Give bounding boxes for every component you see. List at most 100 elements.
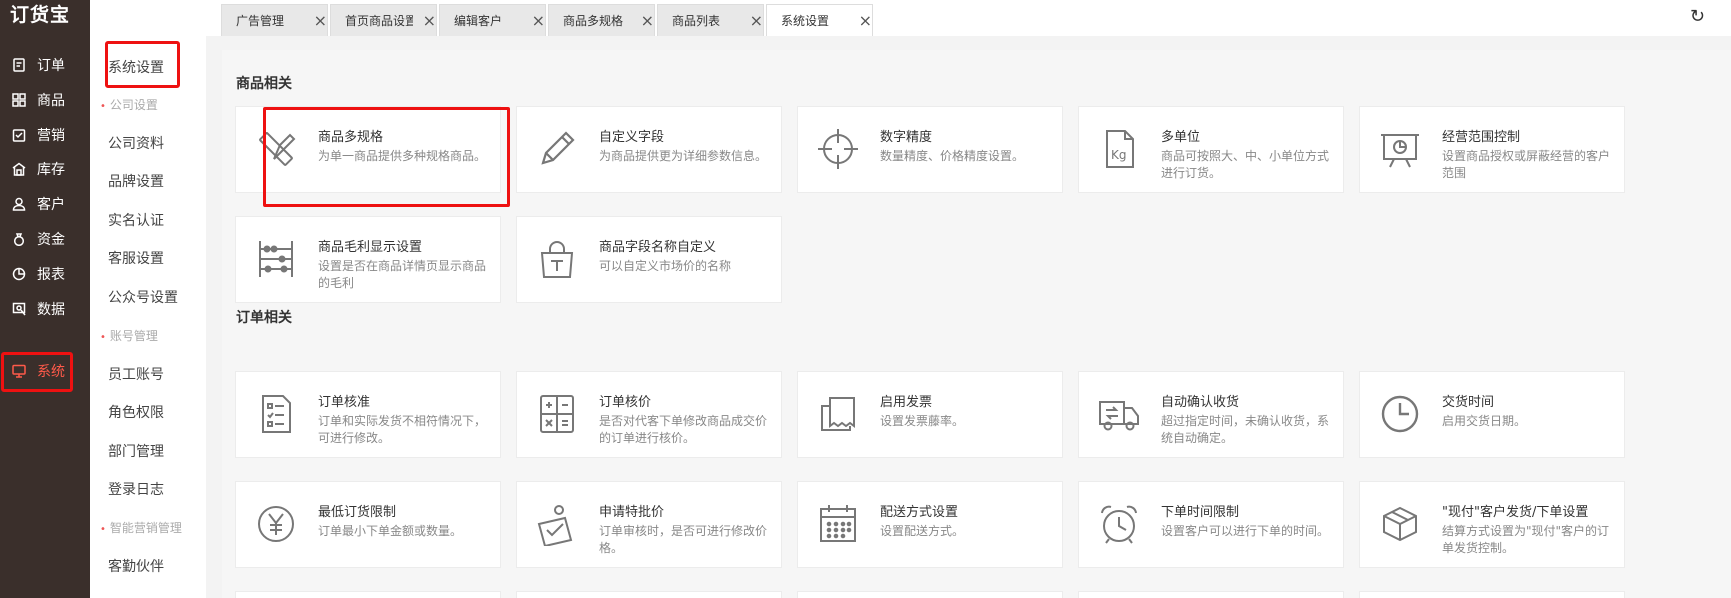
- svg-text:Kg: Kg: [1111, 148, 1127, 162]
- nav-item-order[interactable]: 订单: [0, 46, 90, 84]
- card-title: 申请特批价: [599, 505, 665, 520]
- nav-item-marketing[interactable]: 营销: [0, 116, 90, 154]
- subnav-item-verification[interactable]: 实名认证: [108, 210, 164, 230]
- subnav-item-customer-service[interactable]: 客服设置: [108, 248, 164, 268]
- card-field-name-custom[interactable]: 商品字段名称自定义 可以自定义市场价的名称: [516, 216, 782, 303]
- approval-icon: [535, 502, 579, 546]
- nav-item-reports[interactable]: 报表: [0, 255, 90, 293]
- card-cash-customer[interactable]: "现付"客户发货/下单设置 结算方式设置为"现付"客户的订单发货控制。: [1359, 481, 1625, 568]
- sub-nav: 系统设置 公司设置 公司资料 品牌设置 实名认证 客服设置 公众号设置 账号管理…: [90, 0, 206, 598]
- pie-chart-icon: [11, 266, 27, 282]
- card-order-approval[interactable]: 订单核准 订单和实际发货不相符情况下，可进行修改。: [235, 371, 501, 458]
- grid-icon: [11, 92, 27, 108]
- close-icon[interactable]: ×: [750, 11, 763, 30]
- card-partial[interactable]: [235, 591, 501, 598]
- nav-item-data[interactable]: 数据: [0, 290, 90, 328]
- card-multi-unit[interactable]: Kg 多单位 商品可按照大、中、小单位方式进行订货。: [1078, 106, 1344, 193]
- card-custom-fields[interactable]: 自定义字段 为商品提供更为详细参数信息。: [516, 106, 782, 193]
- card-title: 订单核价: [599, 395, 652, 410]
- card-gross-profit[interactable]: 商品毛利显示设置 设置是否在商品详情页显示商品的毛利: [235, 216, 501, 303]
- highlight-box: [1, 352, 73, 392]
- card-auto-confirm[interactable]: 自动确认收货 超过指定时间，未确认收货，系统自动确定。: [1078, 371, 1344, 458]
- card-partial[interactable]: [1078, 591, 1344, 598]
- card-title: 数字精度: [880, 130, 933, 145]
- close-icon[interactable]: ×: [859, 11, 872, 30]
- card-order-time-limit[interactable]: 下单时间限制 设置客户可以进行下单的时间。: [1078, 481, 1344, 568]
- marketing-icon: [11, 127, 27, 143]
- card-title: 自定义字段: [599, 130, 665, 145]
- subnav-group-account: 账号管理: [100, 327, 158, 344]
- subnav-item-partner[interactable]: 客勤伙伴: [108, 556, 164, 576]
- card-desc: 是否对代客下单修改商品成交价的订单进行核价。: [599, 414, 768, 445]
- card-desc: 为商品提供更为详细参数信息。: [599, 149, 768, 163]
- card-partial[interactable]: [1359, 591, 1625, 598]
- card-invoice[interactable]: 启用发票 设置发票藤率。: [797, 371, 1063, 458]
- app-logo: 订货宝: [10, 4, 71, 26]
- nav-item-funds[interactable]: 资金: [0, 220, 90, 258]
- close-icon[interactable]: ×: [423, 11, 436, 30]
- tab-label: 首页商品设置: [345, 14, 413, 28]
- card-special-price[interactable]: 申请特批价 订单审核时，是否可进行修改价格。: [516, 481, 782, 568]
- nav-item-goods[interactable]: 商品: [0, 81, 90, 119]
- card-desc: 设置配送方式。: [880, 524, 965, 538]
- subnav-item-official-account[interactable]: 公众号设置: [108, 287, 178, 307]
- nav-item-customer[interactable]: 客户: [0, 185, 90, 223]
- card-title: 最低订货限制: [318, 505, 397, 520]
- data-icon: [11, 301, 27, 317]
- subnav-item-login-log[interactable]: 登录日志: [108, 479, 164, 499]
- calculator-icon: [535, 392, 579, 436]
- card-title: 订单核准: [318, 395, 371, 410]
- card-min-order[interactable]: 最低订货限制 订单最小下单金额或数量。: [235, 481, 501, 568]
- card-desc: 启用交货日期。: [1442, 414, 1527, 428]
- card-numeric-precision[interactable]: 数字精度 数量精度、价格精度设置。: [797, 106, 1063, 193]
- card-partial[interactable]: [797, 591, 1063, 598]
- nav-item-system[interactable]: 系统: [0, 352, 90, 392]
- card-title: 商品字段名称自定义: [599, 240, 717, 255]
- subnav-item-departments[interactable]: 部门管理: [108, 441, 164, 461]
- tab-home-goods[interactable]: 首页商品设置 ×: [330, 4, 437, 36]
- checklist-icon: [254, 392, 298, 436]
- card-order-pricing[interactable]: 订单核价 是否对代客下单修改商品成交价的订单进行核价。: [516, 371, 782, 458]
- yen-icon: [254, 502, 298, 546]
- card-partial[interactable]: [516, 591, 782, 598]
- weight-unit-icon: Kg: [1097, 127, 1141, 171]
- invoice-icon: [816, 392, 860, 436]
- subnav-item-roles[interactable]: 角色权限: [108, 402, 164, 422]
- card-delivery-time[interactable]: 交货时间 启用交货日期。: [1359, 371, 1625, 458]
- tab-multi-spec[interactable]: 商品多规格 ×: [548, 4, 655, 36]
- truck-icon: [1097, 392, 1141, 436]
- card-desc: 结算方式设置为"现付"客户的订单发货控制。: [1442, 524, 1610, 555]
- tab-ad-management[interactable]: 广告管理 ×: [221, 4, 328, 36]
- tab-goods-list[interactable]: 商品列表 ×: [657, 4, 764, 36]
- card-desc: 可以自定义市场价的名称: [599, 259, 732, 273]
- refresh-icon[interactable]: ↻: [1690, 6, 1705, 27]
- card-title: 自动确认收货: [1161, 395, 1240, 410]
- subnav-item-staff[interactable]: 员工账号: [108, 364, 164, 384]
- subnav-system-settings[interactable]: 系统设置: [108, 57, 164, 77]
- card-delivery-method[interactable]: 配送方式设置 设置配送方式。: [797, 481, 1063, 568]
- card-title: 多单位: [1161, 130, 1201, 145]
- card-title: 商品毛利显示设置: [318, 240, 423, 255]
- close-icon[interactable]: ×: [532, 11, 545, 30]
- card-business-scope[interactable]: 经营范围控制 设置商品授权或屏蔽经营的客户范围: [1359, 106, 1625, 193]
- section-title-goods: 商品相关: [236, 76, 292, 92]
- close-icon[interactable]: ×: [314, 11, 327, 30]
- order-icon: [11, 57, 27, 73]
- subnav-item-company-info[interactable]: 公司资料: [108, 133, 164, 153]
- nav-item-inventory[interactable]: 库存: [0, 150, 90, 188]
- alarm-clock-icon: [1097, 502, 1141, 546]
- card-desc: 设置发票藤率。: [880, 414, 965, 428]
- nav-label: 订单: [37, 58, 65, 74]
- card-desc: 订单审核时，是否可进行修改价格。: [599, 524, 768, 555]
- card-title: 启用发票: [880, 395, 933, 410]
- section-title-orders: 订单相关: [236, 310, 292, 326]
- close-icon[interactable]: ×: [641, 11, 654, 30]
- warehouse-icon: [11, 161, 27, 177]
- subnav-item-brand[interactable]: 品牌设置: [108, 171, 164, 191]
- subnav-group-company: 公司设置: [100, 96, 158, 113]
- tab-edit-customer[interactable]: 编辑客户 ×: [439, 4, 546, 36]
- user-icon: [11, 196, 27, 212]
- card-desc: 设置商品授权或屏蔽经营的客户范围: [1442, 149, 1611, 180]
- tab-system-settings[interactable]: 系统设置 ×: [766, 4, 873, 36]
- nav-label: 资金: [37, 232, 65, 248]
